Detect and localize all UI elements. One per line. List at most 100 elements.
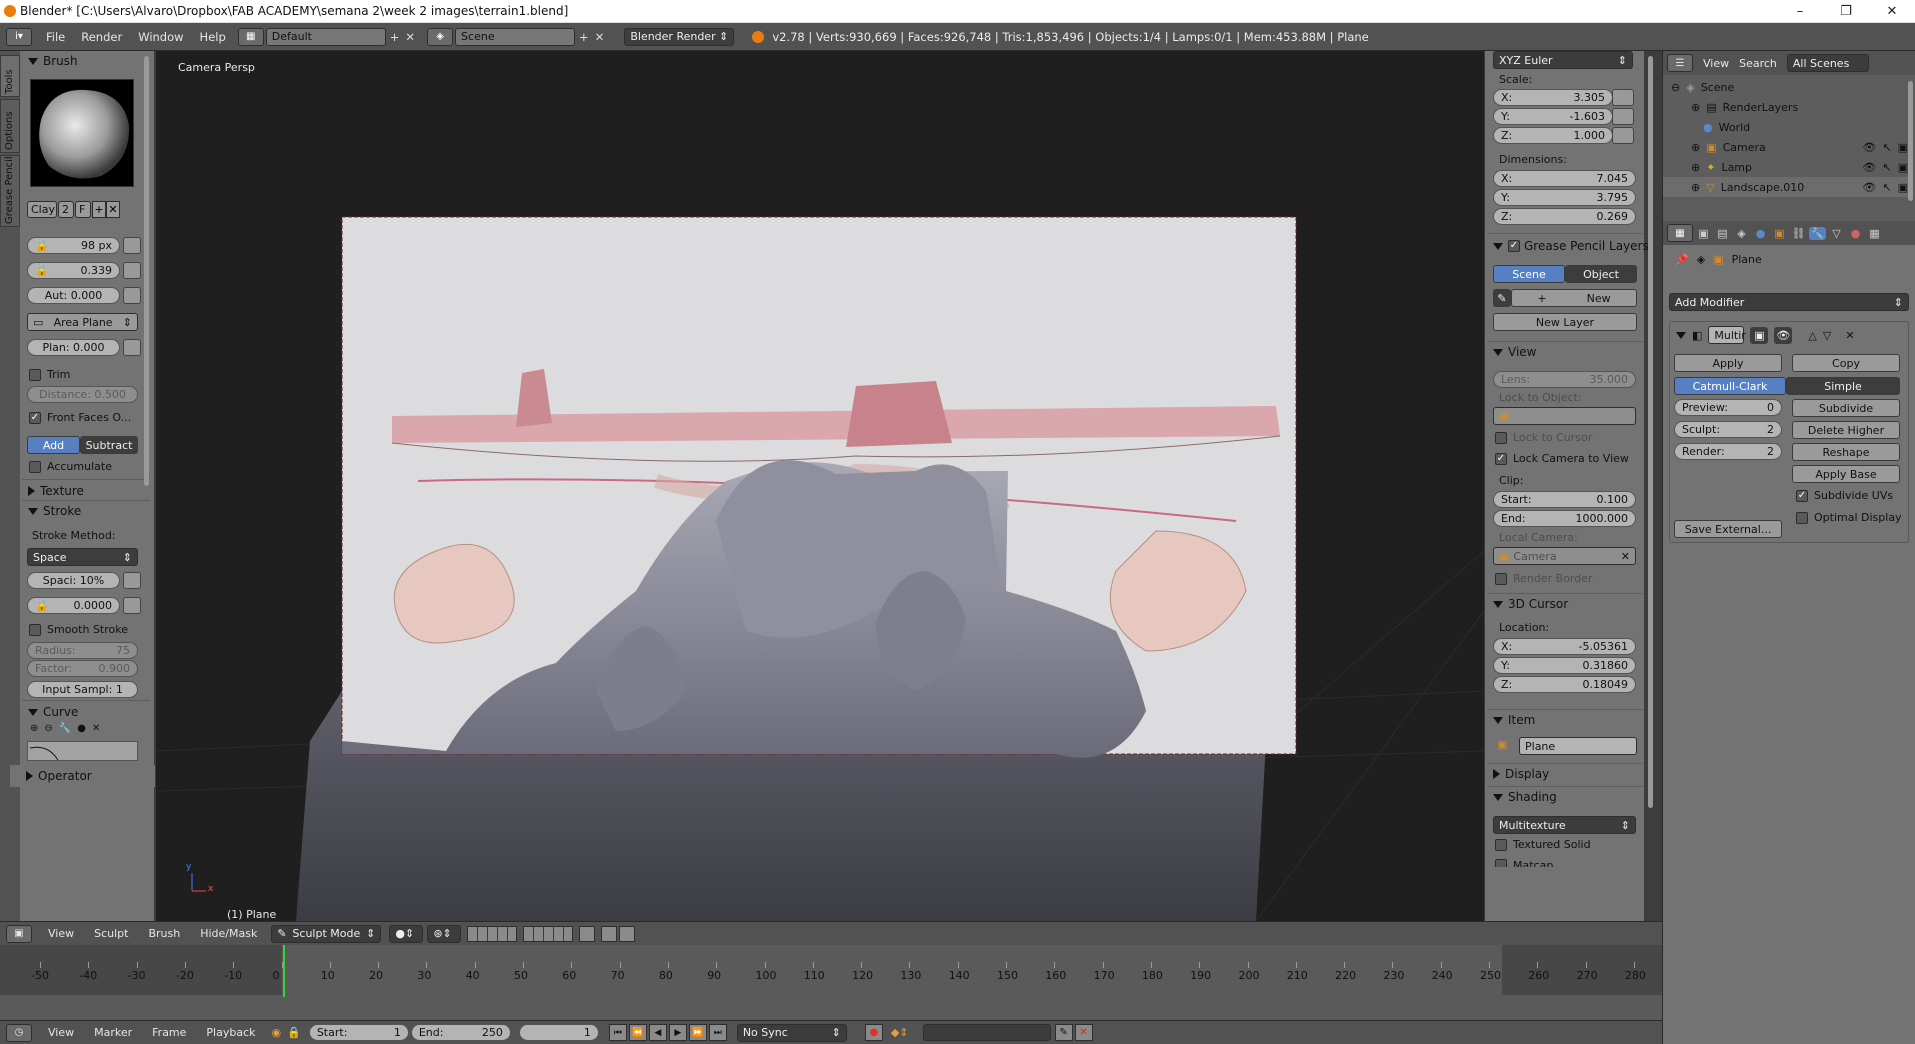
view-panel-header[interactable]: View [1493,345,1536,359]
zoom-in-icon[interactable]: ⊕ [30,723,38,734]
outliner-item-world[interactable]: ● World [1663,117,1908,137]
stroke-panel-header[interactable]: Stroke [28,504,81,518]
simple-button[interactable]: Simple [1786,377,1900,395]
timeline-menu-view[interactable]: View [48,1026,74,1039]
data-tab-icon[interactable]: ▽ [1828,227,1845,240]
subdivide-button[interactable]: Subdivide [1792,399,1900,417]
clip-start-field[interactable]: Start: 0.100 [1493,491,1636,508]
lock-icon[interactable]: 🔒 [35,264,49,277]
clear-camera-icon[interactable]: ✕ [1621,550,1630,563]
cursor-z-field[interactable]: Z: 0.18049 [1493,676,1636,693]
catmull-clark-button[interactable]: Catmull-Clark [1674,377,1786,395]
texture-tab-icon[interactable]: ▦ [1866,227,1883,240]
outliner-view-menu[interactable]: View [1703,57,1729,70]
local-layers-icon[interactable] [579,925,596,942]
preview-levels-field[interactable]: Preview: 0 [1674,399,1782,416]
jump-key-forward-icon[interactable]: ⏩ [688,1024,707,1041]
autosmooth-field[interactable]: Aut: 0.000 [27,287,120,304]
dim-z-field[interactable]: Z: 0.269 [1493,208,1636,225]
gp-object-button[interactable]: Object [1565,265,1637,283]
brush-strength-field[interactable]: 🔒 0.339 [27,262,120,279]
accumulate-checkbox[interactable] [29,460,41,473]
expand-icon[interactable]: ⊕ [1691,181,1700,194]
outliner-filter-select[interactable]: All Scenes [1786,54,1869,72]
radius-pressure-icon[interactable] [123,237,141,254]
autosmooth-pressure-icon[interactable] [123,287,141,304]
remove-brush-icon[interactable]: ✕ [106,201,120,218]
scale-x-field[interactable]: X: 3.305 [1493,89,1613,106]
scale-y-lock-icon[interactable] [1612,108,1634,125]
add-button[interactable]: Add [27,436,80,454]
insert-keyframe-icon[interactable]: ✎ [1054,1024,1073,1041]
sculpt-levels-field[interactable]: Sculpt: 2 [1674,421,1782,438]
dim-y-field[interactable]: Y: 3.795 [1493,189,1636,206]
jump-key-back-icon[interactable]: ⏪ [628,1024,647,1041]
item-panel-header[interactable]: Item [1493,713,1535,727]
trim-distance-field[interactable]: Distance: 0.500 [27,386,138,403]
render-toggle-icon[interactable]: ▣ [1750,326,1769,344]
add-layout-icon[interactable]: + [390,30,400,44]
scene-icon[interactable]: ◈ [427,27,454,46]
jitter-field[interactable]: 🔒 0.0000 [27,597,120,614]
gp-new-button[interactable]: + New [1511,289,1637,307]
stroke-method-select[interactable]: Space ⇕ [27,548,138,566]
expand-icon[interactable]: ⊕ [1691,161,1700,174]
lock-object-field[interactable]: ▣ [1493,407,1636,425]
outliner-editor-icon[interactable]: ☰ [1667,54,1693,72]
outliner-item-landscape[interactable]: ⊕ ▽ Landscape.010 👁 ↖ ▣ [1663,177,1908,197]
layout-icon[interactable]: ▦ [237,27,264,46]
render-icon[interactable]: ▣ [1898,161,1908,174]
n-panel-scrollbar[interactable] [1648,56,1653,808]
current-frame-marker[interactable] [283,945,285,997]
add-scene-icon[interactable]: + [579,30,589,44]
visibility-icon[interactable]: 👁 [1862,181,1876,194]
textured-solid-checkbox[interactable] [1495,838,1507,851]
tab-options[interactable]: Options [0,99,20,153]
wrench-icon[interactable]: 🔧 [59,723,71,734]
view3d-menu-brush[interactable]: Brush [148,927,180,940]
jump-start-icon[interactable]: ⏮ [608,1024,627,1041]
scene-tab-icon[interactable]: ◈ [1733,227,1750,240]
input-samples-field[interactable]: Input Sampl: 1 [27,681,138,698]
brush-radius-field[interactable]: 🔒 98 px [27,237,120,254]
lock-cursor-checkbox[interactable] [1495,431,1507,444]
remove-modifier-icon[interactable]: ✕ [1845,329,1854,342]
smooth-radius-field[interactable]: Radius: 75 [27,642,138,659]
gp-pencil-icon[interactable]: ✎ [1493,289,1511,307]
subtract-button[interactable]: Subtract [80,436,138,454]
lock-icon[interactable]: 🔒 [35,599,49,612]
trim-checkbox[interactable] [29,368,41,381]
smooth-stroke-checkbox[interactable] [29,623,41,636]
world-tab-icon[interactable]: ● [1752,227,1769,240]
keying-set-field[interactable] [922,1024,1051,1041]
lens-field[interactable]: Lens: 35.000 [1493,371,1636,388]
layers-grid-left[interactable] [467,925,518,942]
lock-icon[interactable]: 🔒 [35,239,49,252]
cursor-y-field[interactable]: Y: 0.31860 [1493,657,1636,674]
jump-end-icon[interactable]: ⏭ [708,1024,727,1041]
timeline[interactable]: -50 -40 -30 -20 -10 0 10 20 30 40 50 60 70 80 90 100 110… [0,945,1662,1020]
modifiers-tab-icon[interactable]: 🔧 [1809,226,1826,240]
play-reverse-icon[interactable]: ◀ [648,1024,667,1041]
point-icon[interactable]: ● [77,723,86,734]
apply-button[interactable]: Apply [1674,354,1782,372]
menu-help[interactable]: Help [192,30,234,44]
timeline-menu-marker[interactable]: Marker [94,1026,132,1039]
menu-render[interactable]: Render [73,30,130,44]
remove-layout-icon[interactable]: ✕ [405,30,415,44]
render-icon[interactable]: ▣ [1898,181,1908,194]
keying-set-icon[interactable]: ◆⇕ [891,1026,909,1039]
brush-name-field[interactable]: Clay [27,201,57,218]
viewport-shading-select[interactable]: ●⇕ [389,924,424,943]
menu-file[interactable]: File [38,30,73,44]
layout-field[interactable]: Default [265,27,386,46]
delete-keyframe-icon[interactable]: ✕ [1074,1024,1093,1041]
item-name-field[interactable]: Plane [1519,737,1637,755]
optimal-display-checkbox[interactable] [1796,511,1808,524]
outliner-search-menu[interactable]: Search [1739,57,1777,70]
properties-editor-icon[interactable]: ▦ [1667,224,1693,242]
scale-z-lock-icon[interactable] [1612,127,1634,144]
outliner-item-scene[interactable]: ⊖ ◈ Scene [1663,77,1908,97]
brush-preview[interactable] [30,79,134,187]
smooth-factor-field[interactable]: Factor: 0.900 [27,660,138,677]
